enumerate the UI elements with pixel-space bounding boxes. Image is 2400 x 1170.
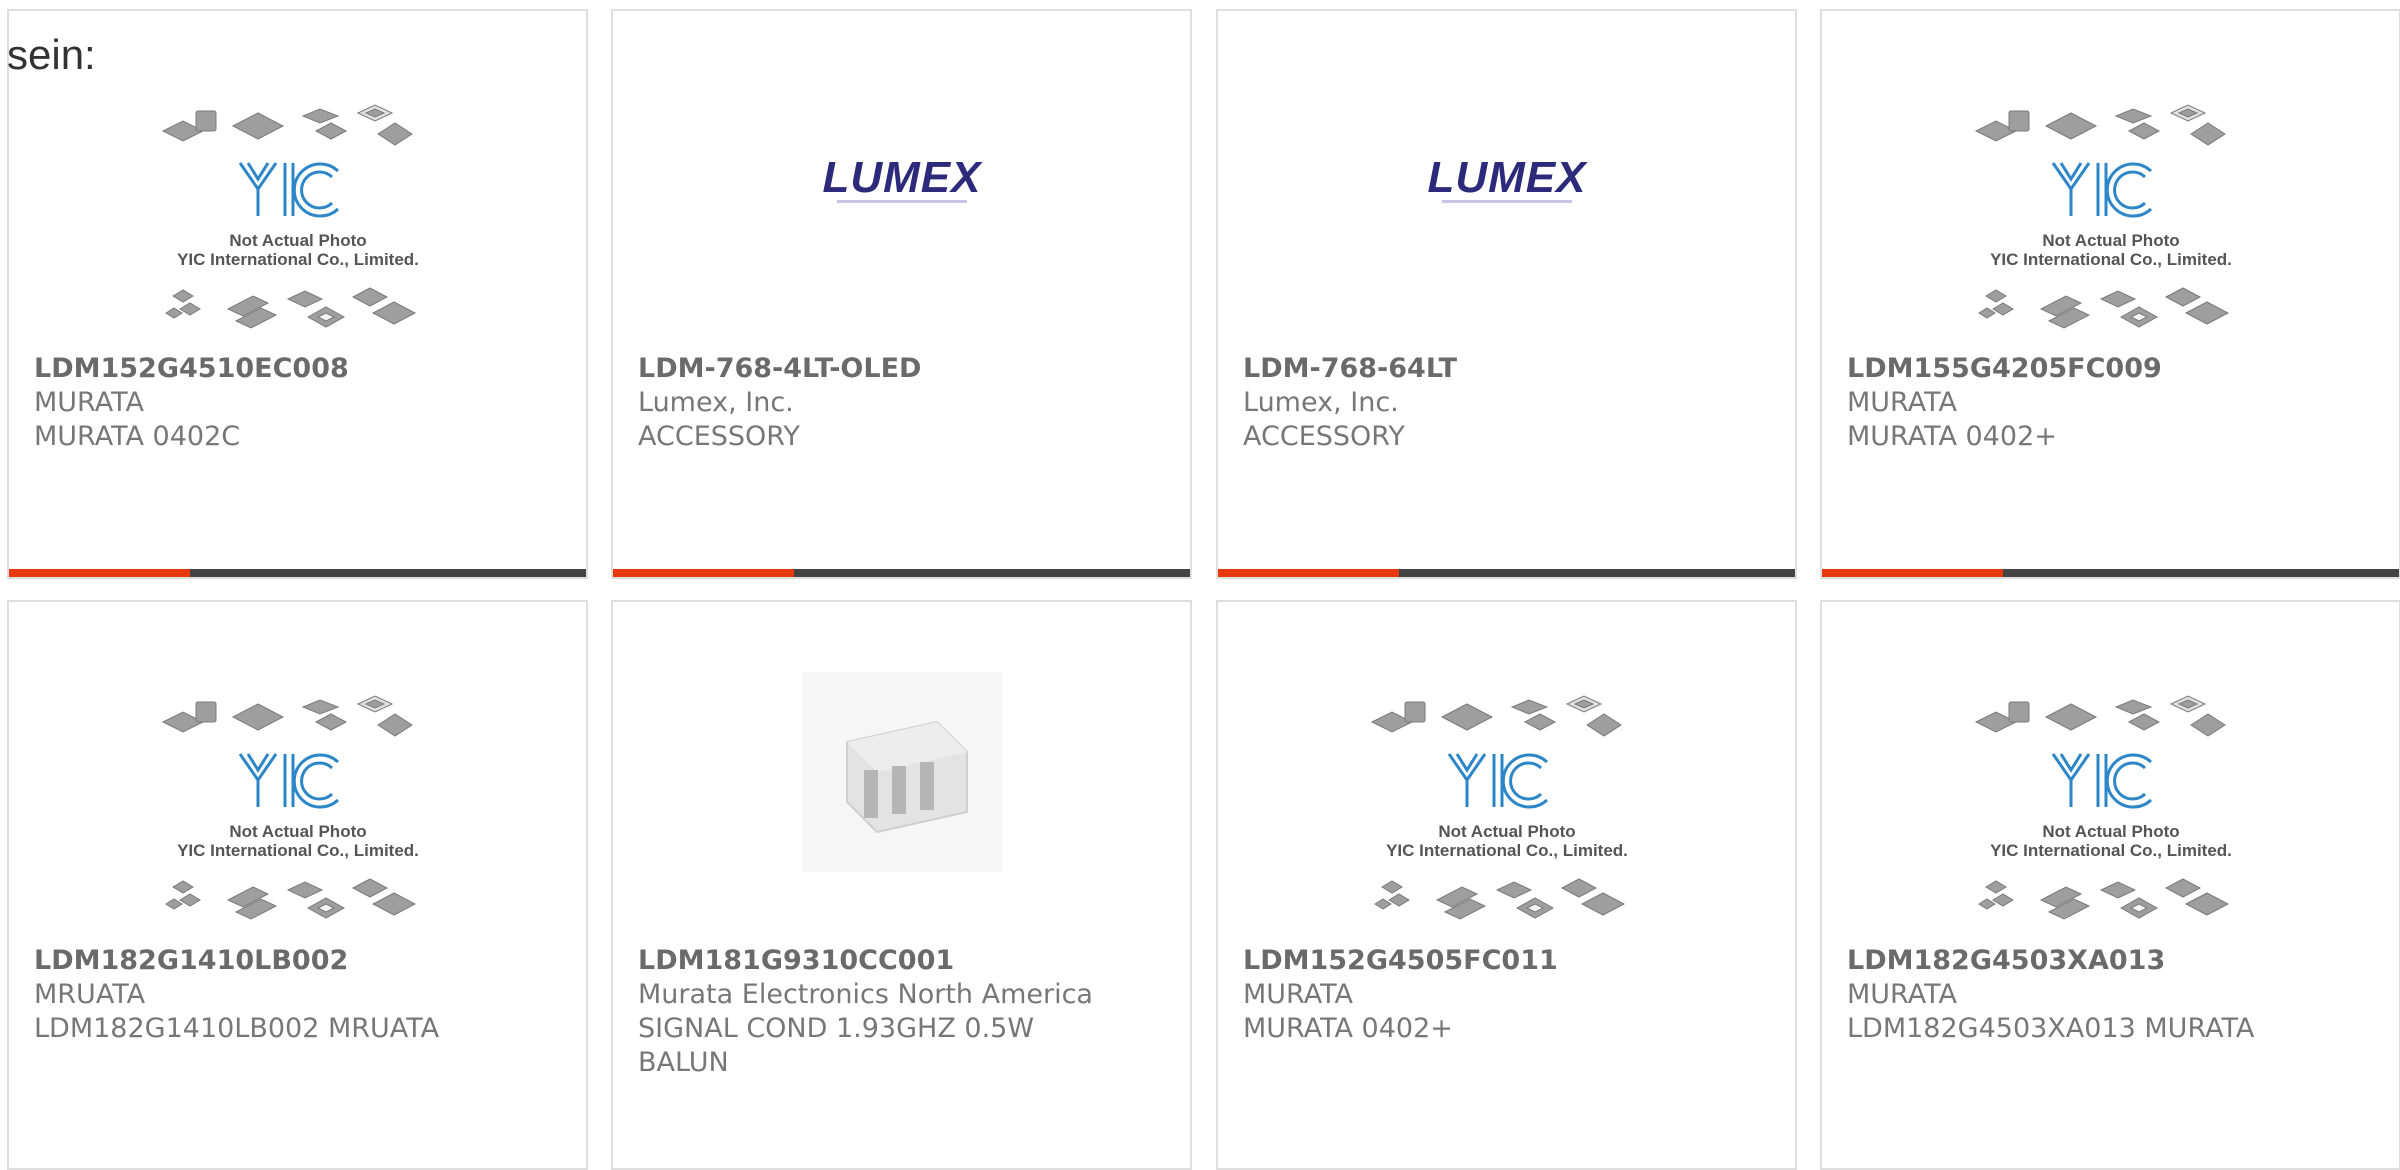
product-info: LDM-768-64LT Lumex, Inc. ACCESSORY — [1243, 352, 1780, 454]
product-image[interactable]: Not Actual Photo YIC International Co., … — [9, 91, 586, 351]
description-line: MURATA 0402C — [34, 421, 241, 452]
yic-placeholder-image: Not Actual Photo YIC International Co., … — [161, 104, 419, 329]
product-info: LDM152G4505FC011 MURATA MURATA 0402+ — [1243, 944, 1780, 1046]
placeholder-line2: YIC International Co., Limited. — [177, 841, 419, 860]
card-accent-bar — [9, 569, 586, 577]
bar-segment — [2003, 569, 2399, 577]
manufacturer: MURATA — [1847, 387, 1957, 418]
placeholder-line1: Not Actual Photo — [229, 231, 366, 250]
placeholder-line2: YIC International Co., Limited. — [177, 250, 419, 269]
lumex-logo: LUMEX — [1427, 156, 1588, 203]
product-info: LDM182G1410LB002 MRUATA LDM182G1410LB002 M… — [34, 944, 571, 1046]
description-line: ACCESSORY — [1243, 421, 1405, 452]
yic-placeholder-image: Not Actual Photo YIC International Co., … — [1974, 695, 2232, 920]
product-info: LDM-768-4LT-OLED Lumex, Inc. ACCESSORY — [638, 352, 1175, 454]
part-number-link[interactable]: LDM-768-4LT-OLED — [638, 352, 1175, 386]
svg-text:LUMEX: LUMEX — [822, 156, 983, 202]
product-info: LDM155G4205FC009 MURATA MURATA 0402+ — [1847, 352, 2384, 454]
placeholder-line2: YIC International Co., Limited. — [1386, 841, 1628, 860]
placeholder-line1: Not Actual Photo — [2042, 822, 2179, 841]
product-image[interactable]: Not Actual Photo YIC International Co., … — [9, 682, 586, 942]
part-number-link[interactable]: LDM182G4503XA013 — [1847, 944, 2384, 978]
card-accent-bar — [1822, 569, 2399, 577]
description-line: LDM182G4503XA013 MURATA — [1847, 1013, 2255, 1044]
placeholder-line1: Not Actual Photo — [2042, 231, 2179, 250]
product-info: LDM181G9310CC001 Murata Electronics North… — [638, 944, 1175, 1080]
svg-text:LUMEX: LUMEX — [1427, 156, 1588, 202]
description-line: LDM182G1410LB002 MRUATA — [34, 1013, 440, 1044]
product-image[interactable]: Not Actual Photo YIC International Co., … — [1822, 91, 2399, 351]
product-card[interactable]: LUMEX LDM-768-64LT Lumex, Inc. ACCESSORY — [1216, 9, 1797, 579]
card-accent-bar — [613, 569, 1190, 577]
product-image[interactable]: LUMEX — [613, 141, 1190, 231]
manufacturer: MURATA — [1243, 979, 1353, 1010]
product-image[interactable]: Not Actual Photo YIC International Co., … — [1218, 682, 1795, 942]
bar-segment — [190, 569, 586, 577]
lumex-logo: LUMEX — [822, 156, 983, 203]
placeholder-line2: YIC International Co., Limited. — [1990, 841, 2232, 860]
product-image[interactable]: Not Actual Photo YIC International Co., … — [1822, 682, 2399, 942]
accent-segment — [613, 569, 794, 577]
part-number-link[interactable]: LDM155G4205FC009 — [1847, 352, 2384, 386]
product-card[interactable]: Not Actual Photo YIC International Co., … — [1820, 9, 2400, 579]
description-line: BALUN — [638, 1047, 729, 1078]
description-line: MURATA 0402+ — [1243, 1013, 1453, 1044]
card-accent-bar — [1218, 569, 1795, 577]
manufacturer: Murata Electronics North America — [638, 979, 1093, 1010]
prefix-text: sein: — [7, 31, 96, 78]
product-info: LDM182G4503XA013 MURATA LDM182G4503XA013 M… — [1847, 944, 2384, 1046]
accent-segment — [1218, 569, 1399, 577]
yic-placeholder-image: Not Actual Photo YIC International Co., … — [161, 695, 419, 920]
description-line: ACCESSORY — [638, 421, 800, 452]
product-card[interactable]: Not Actual Photo YIC International Co., … — [7, 600, 588, 1170]
product-card[interactable]: Not Actual Photo YIC International Co., … — [7, 9, 588, 579]
placeholder-line1: Not Actual Photo — [1438, 822, 1575, 841]
product-card[interactable]: Not Actual Photo YIC International Co., … — [1820, 600, 2400, 1170]
description-line: SIGNAL COND 1.93GHZ 0.5W — [638, 1013, 1035, 1044]
product-card[interactable]: LDM181G9310CC001 Murata Electronics North… — [611, 600, 1192, 1170]
yic-placeholder-image: Not Actual Photo YIC International Co., … — [1974, 104, 2232, 329]
manufacturer: Lumex, Inc. — [638, 387, 794, 418]
part-number-link[interactable]: LDM-768-64LT — [1243, 352, 1780, 386]
part-number-link[interactable]: LDM181G9310CC001 — [638, 944, 1175, 978]
bar-segment — [794, 569, 1190, 577]
part-number-link[interactable]: LDM182G1410LB002 — [34, 944, 571, 978]
component-photo — [801, 672, 1002, 872]
accent-segment — [1822, 569, 2003, 577]
placeholder-line1: Not Actual Photo — [229, 822, 366, 841]
product-info: LDM152G4510EC008 MURATA MURATA 0402C — [34, 352, 571, 454]
manufacturer: MURATA — [1847, 979, 1957, 1010]
product-card[interactable]: Not Actual Photo YIC International Co., … — [1216, 600, 1797, 1170]
manufacturer: Lumex, Inc. — [1243, 387, 1399, 418]
part-number-link[interactable]: LDM152G4505FC011 — [1243, 944, 1780, 978]
product-card[interactable]: LUMEX LDM-768-4LT-OLED Lumex, Inc. ACCESSO… — [611, 9, 1192, 579]
accent-segment — [9, 569, 190, 577]
manufacturer: MRUATA — [34, 979, 146, 1010]
description-line: MURATA 0402+ — [1847, 421, 2057, 452]
placeholder-line2: YIC International Co., Limited. — [1990, 250, 2232, 269]
product-image[interactable]: LUMEX — [1218, 141, 1795, 231]
manufacturer: MURATA — [34, 387, 144, 418]
part-number-link[interactable]: LDM152G4510EC008 — [34, 352, 571, 386]
bar-segment — [1399, 569, 1795, 577]
yic-placeholder-image: Not Actual Photo YIC International Co., … — [1370, 695, 1628, 920]
product-image[interactable] — [613, 672, 1190, 872]
